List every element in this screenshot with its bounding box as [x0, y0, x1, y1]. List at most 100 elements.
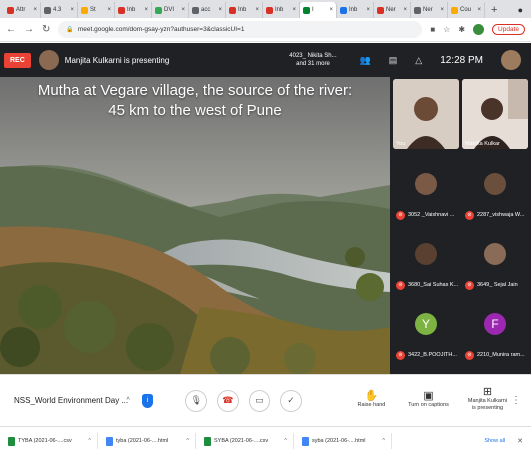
tab-close-icon[interactable]: ×	[107, 7, 111, 13]
chevron-up-icon[interactable]: ^	[382, 438, 391, 444]
presenting-banner: Manjita Kulkarni is presenting	[64, 55, 170, 65]
tab-favicon-icon	[118, 6, 125, 14]
activities-icon[interactable]: △	[415, 55, 422, 66]
tab-label: Ner	[386, 7, 396, 13]
self-thumbnail[interactable]	[501, 50, 521, 70]
participant-tile[interactable]: Y ⊘ 3422_B.POOJITH...	[393, 307, 459, 373]
browser-tab[interactable]: Inb ×	[337, 2, 374, 18]
presenting-label-line1: Manjita Kulkarni	[467, 398, 508, 404]
download-item[interactable]: tyba (2021-06-....html ^	[98, 433, 196, 449]
tab-close-icon[interactable]: ×	[403, 7, 407, 13]
browser-tab[interactable]: St ×	[78, 2, 115, 18]
browser-tab[interactable]: 4.3 ×	[41, 2, 78, 18]
camera-button[interactable]: ▭	[248, 389, 271, 412]
update-button[interactable]: Update	[492, 24, 525, 35]
presenting-button[interactable]: ⊞ Manjita Kulkarni is presenting	[464, 387, 511, 412]
slide-title-line1: Mutha at Vegare village, the source of t…	[37, 82, 353, 99]
participant-tile[interactable]: ⊘ 3052 _Vaishnavi ...	[393, 167, 459, 233]
extensions-icon[interactable]: ✱	[458, 25, 465, 34]
tab-label: I	[312, 7, 314, 13]
close-downloads-icon[interactable]: ✕	[517, 437, 531, 445]
url-text: meet.google.com/dom-gsay-yzn?authuser=3&…	[77, 26, 245, 33]
raise-hand-label: Raise hand	[357, 401, 386, 408]
presenter-label: Manjita Kulkar	[465, 141, 500, 147]
tab-close-icon[interactable]: ×	[440, 7, 444, 13]
browser-tab[interactable]: DVI ×	[152, 2, 189, 18]
back-icon[interactable]: ←	[6, 24, 16, 35]
download-filename: TYBA (2021-06-....csv	[18, 438, 72, 444]
tab-label: Ner	[423, 7, 433, 13]
url-input[interactable]: 🔒 meet.google.com/dom-gsay-yzn?authuser=…	[58, 21, 423, 38]
captions-button[interactable]: ▣ Turn on captions	[403, 390, 454, 409]
more-options-icon[interactable]: ⋮	[511, 395, 521, 406]
tab-close-icon[interactable]: ×	[477, 7, 481, 13]
tab-close-icon[interactable]: ×	[218, 7, 222, 13]
reload-icon[interactable]: ↻	[42, 24, 50, 35]
tab-close-icon[interactable]: ×	[144, 7, 148, 13]
tab-close-icon[interactable]: ×	[329, 7, 333, 13]
participant-grid: You Manjita Kulkar ⊘ 3052 _Vaishnavi ... ⊘…	[390, 77, 531, 374]
download-item[interactable]: SYBA (2021-06-....csv ^	[196, 433, 294, 449]
camera-icon[interactable]: ■	[430, 25, 435, 34]
tab-close-icon[interactable]: ×	[181, 7, 185, 13]
chevron-up-icon[interactable]: ^	[186, 438, 195, 444]
address-bar-row: ← → ↻ 🔒 meet.google.com/dom-gsay-yzn?aut…	[0, 18, 531, 42]
active-speaker-more: and 31 more	[296, 61, 330, 67]
file-icon	[302, 436, 309, 446]
tab-close-icon[interactable]: ×	[366, 7, 370, 13]
raise-hand-button[interactable]: ✋ Raise hand	[352, 389, 391, 409]
browser-tab[interactable]: Ner ×	[374, 2, 411, 18]
chevron-up-icon[interactable]: ^	[126, 397, 129, 404]
presenter-video-frame	[462, 79, 528, 149]
tab-label: Inb	[238, 7, 247, 13]
mic-button[interactable]: 🎙	[185, 389, 208, 412]
participant-tile[interactable]: ⊘ 3680_Sai Suhas K...	[393, 237, 459, 303]
chevron-up-icon[interactable]: ^	[284, 438, 293, 444]
tab-label: Inb	[127, 7, 136, 13]
new-tab-button[interactable]: +	[485, 2, 503, 18]
browser-tab[interactable]: acc ×	[189, 2, 226, 18]
tab-label: acc	[201, 7, 211, 13]
file-icon	[204, 436, 211, 446]
browser-tab[interactable]: Ner ×	[411, 2, 448, 18]
tab-close-icon[interactable]: ×	[292, 7, 296, 13]
participant-tile[interactable]: ⊘ 3649_ Sejal Jain	[462, 237, 528, 303]
chat-icon[interactable]: ▤	[389, 55, 398, 66]
browser-tab-bar: Attr × 4.3 × St × Inb × DVI × acc × Inb × Inb × I × Inb × Ne…	[0, 0, 531, 18]
tab-close-icon[interactable]: ×	[33, 7, 37, 13]
tab-close-icon[interactable]: ×	[70, 7, 74, 13]
presenter-video-tile[interactable]: Manjita Kulkar	[462, 79, 528, 149]
leave-call-button[interactable]: ☎	[217, 389, 239, 412]
browser-tab[interactable]: Inb ×	[115, 2, 152, 18]
file-icon	[106, 436, 113, 446]
forward-icon[interactable]: →	[24, 24, 34, 35]
reactions-button[interactable]: ✓	[280, 389, 302, 412]
tab-label: 4.3	[53, 7, 62, 13]
meeting-name[interactable]: NSS_World Environment Day ...	[14, 396, 136, 405]
download-item[interactable]: syba (2021-06-....html ^	[294, 433, 392, 449]
star-icon[interactable]: ☆	[443, 25, 450, 34]
participant-tile[interactable]: F ⊘ 2210_Munira ram...	[462, 307, 528, 373]
people-icon[interactable]: 👥	[360, 55, 371, 66]
browser-menu-icon[interactable]: ●	[518, 2, 531, 18]
tab-favicon-icon	[81, 6, 88, 14]
participant-tile[interactable]: ⊘ 2287_vishwaja W...	[462, 167, 528, 233]
chevron-up-icon[interactable]: ^	[88, 438, 97, 444]
self-video-tile[interactable]: You	[393, 79, 459, 149]
participant-name: 2210_Munira ram...	[477, 352, 525, 358]
browser-tab[interactable]: Inb ×	[263, 2, 300, 18]
browser-tab[interactable]: Cou ×	[448, 2, 485, 18]
browser-tab[interactable]: Attr ×	[4, 2, 41, 18]
browser-tab[interactable]: Inb ×	[226, 2, 263, 18]
download-item[interactable]: TYBA (2021-06-....csv ^	[0, 433, 98, 449]
tab-favicon-icon	[303, 6, 310, 14]
hand-icon: ✋	[364, 389, 379, 402]
mic-muted-icon: ⊘	[465, 281, 474, 290]
profile-avatar[interactable]	[473, 24, 485, 35]
tab-close-icon[interactable]: ×	[255, 7, 259, 13]
browser-tab[interactable]: I ×	[300, 2, 337, 18]
download-filename: SYBA (2021-06-....csv	[214, 438, 269, 444]
slide-title-line2: 45 km to the west of Pune	[108, 102, 282, 119]
show-all-downloads-link[interactable]: Show all	[484, 438, 517, 444]
shield-icon[interactable]: i	[141, 393, 154, 408]
